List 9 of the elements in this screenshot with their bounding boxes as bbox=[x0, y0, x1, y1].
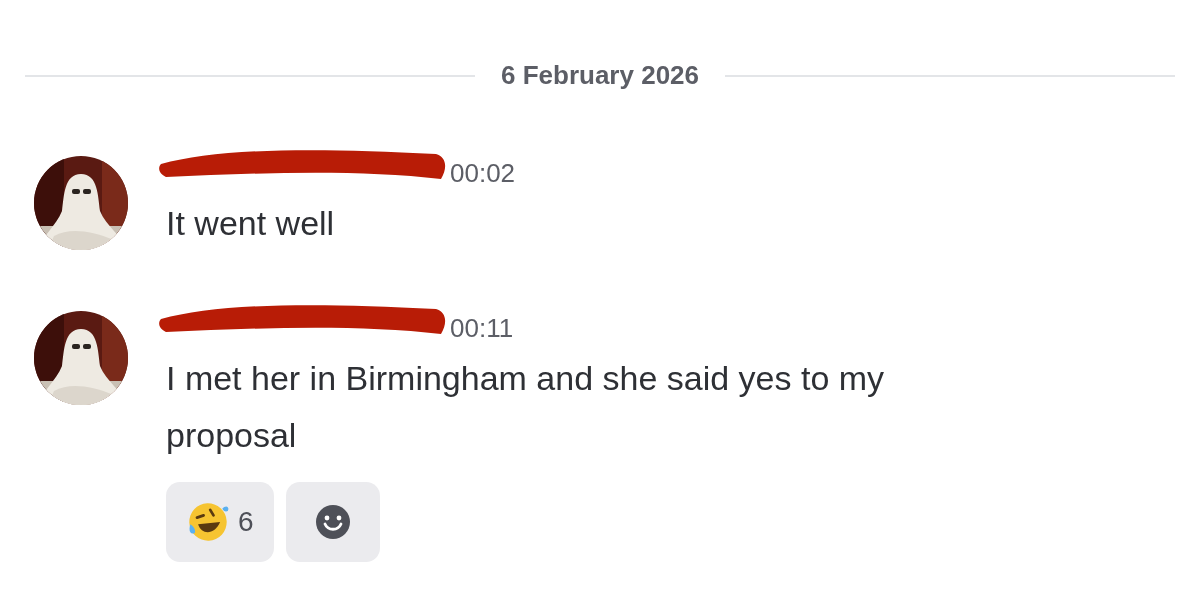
date-divider: 6 February 2026 bbox=[501, 60, 699, 91]
laughing-face-icon bbox=[186, 500, 230, 544]
reaction-button[interactable]: 6 bbox=[166, 482, 274, 562]
message-time: 00:11 bbox=[450, 312, 514, 344]
add-reaction-button[interactable] bbox=[285, 482, 380, 562]
message-time: 00:02 bbox=[450, 157, 516, 189]
message-text: It went well bbox=[166, 203, 336, 244]
smiley-icon bbox=[314, 504, 351, 540]
message-text: I met her in Birmingham and she said yes to my proposal bbox=[166, 358, 886, 456]
